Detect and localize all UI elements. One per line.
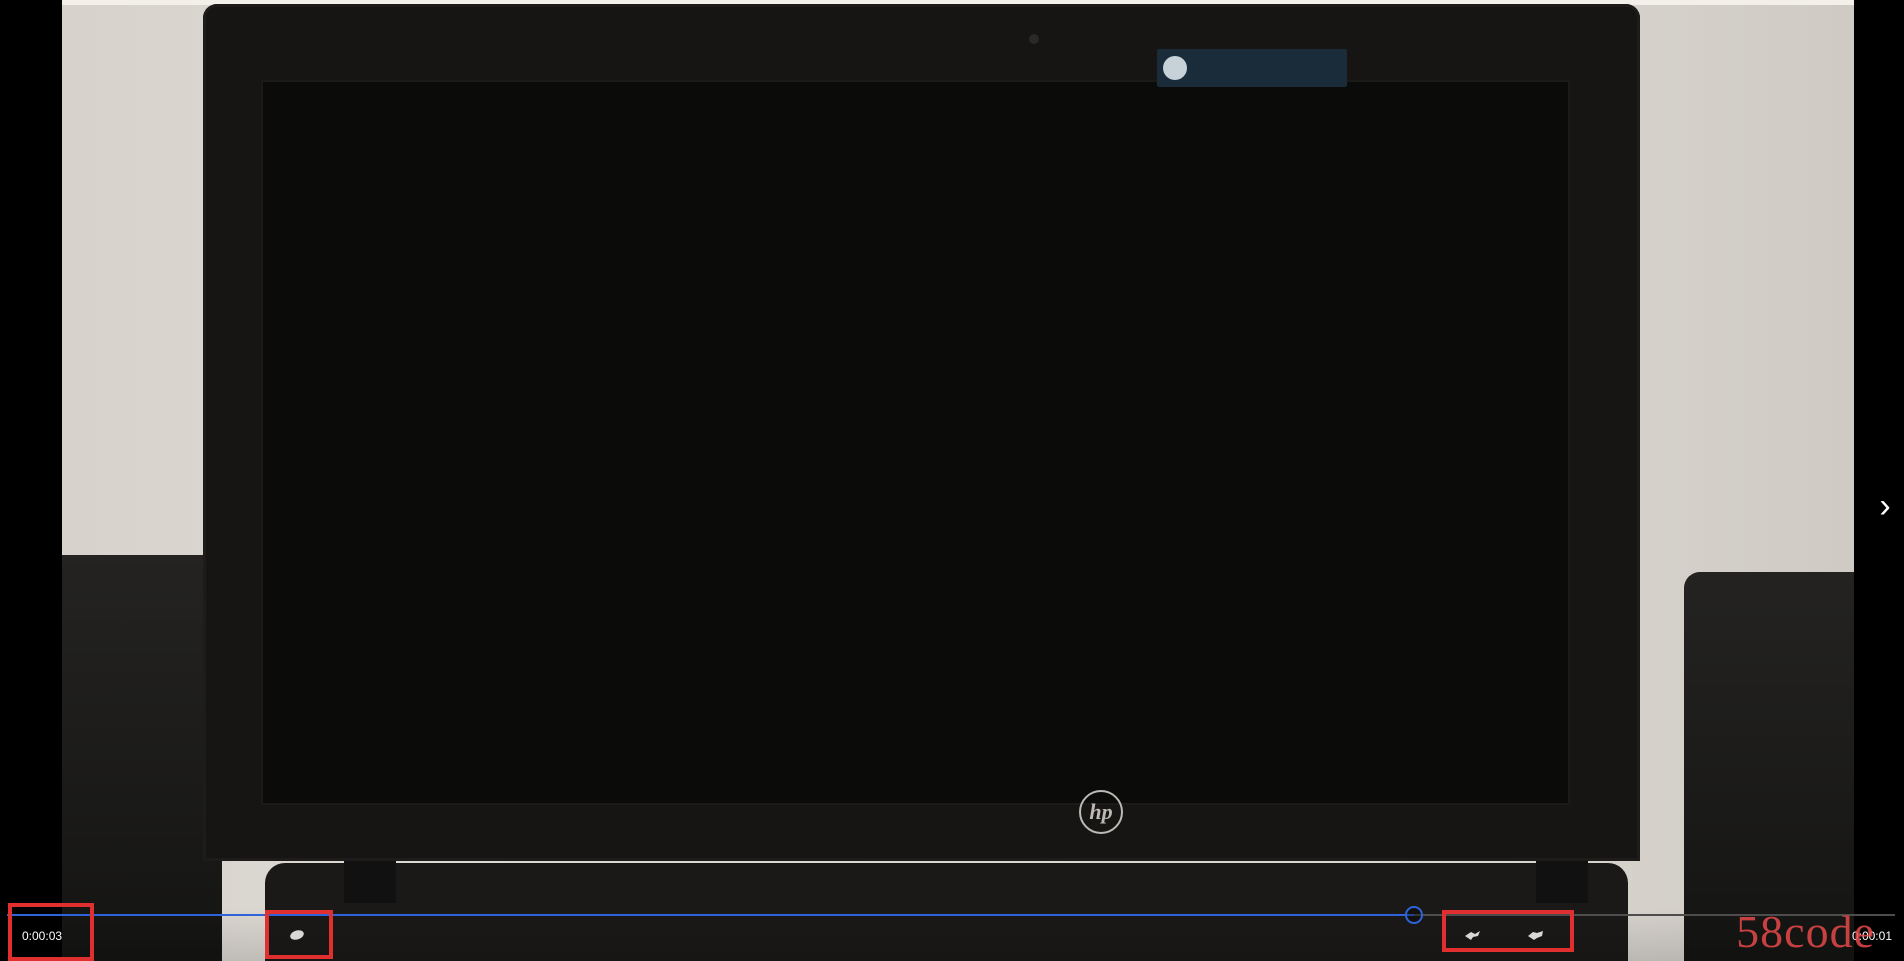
current-time-highlight xyxy=(8,903,94,961)
laptop-screen xyxy=(261,80,1570,805)
screen-toast xyxy=(1157,49,1347,87)
progress-thumb[interactable] xyxy=(1404,906,1423,924)
video-frame: hp xyxy=(62,0,1854,961)
single-control-highlight xyxy=(265,910,333,959)
paired-control-highlight xyxy=(1442,910,1574,952)
progress-fill xyxy=(7,914,1414,916)
left-hinge xyxy=(344,861,396,903)
laptop-lid: hp xyxy=(203,4,1640,861)
watermark-text: 58code xyxy=(1736,906,1875,957)
next-button[interactable]: › xyxy=(1870,485,1900,527)
toast-avatar xyxy=(1163,56,1187,80)
chevron-right-icon: › xyxy=(1879,486,1891,525)
hp-logo: hp xyxy=(1079,790,1123,834)
right-hinge xyxy=(1536,861,1588,903)
webcam-dot xyxy=(1029,34,1039,44)
right-speaker xyxy=(1684,572,1854,961)
video-stage: hp › 0:00:03 0:00:01 58code xyxy=(0,0,1904,961)
left-speaker xyxy=(62,555,222,961)
